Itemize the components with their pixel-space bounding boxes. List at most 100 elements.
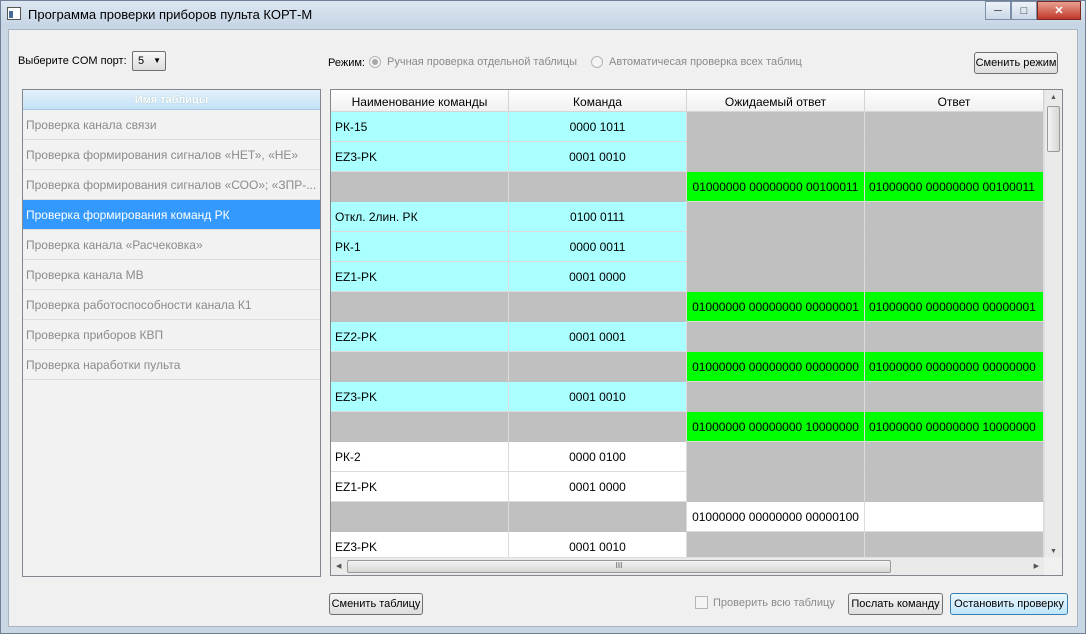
cell-expected-answer[interactable]: 01000000 00000000 00000000 (687, 352, 865, 382)
table-row[interactable]: EZ2-PK 0001 0001 (331, 322, 1044, 352)
cell-command-name[interactable]: EZ3-PK (331, 382, 509, 412)
cell-command-name[interactable] (331, 412, 509, 442)
column-header-answer[interactable]: Ответ (865, 90, 1044, 112)
cell-command-code[interactable]: 0100 0111 (509, 202, 687, 232)
close-icon[interactable]: ✕ (1037, 1, 1081, 20)
cell-command-code[interactable]: 0001 0000 (509, 262, 687, 292)
mode-auto-radio[interactable]: Автоматичесая проверка всех таблиц (591, 56, 802, 68)
send-command-button[interactable]: Послать команду (848, 593, 943, 615)
cell-command-code[interactable] (509, 172, 687, 202)
table-row[interactable]: РК-1 0000 0011 (331, 232, 1044, 262)
table-row[interactable]: РК-15 0000 1011 (331, 112, 1044, 142)
cell-command-code[interactable]: 0001 0010 (509, 142, 687, 172)
cell-command-name[interactable]: EZ2-PK (331, 322, 509, 352)
cell-answer[interactable] (865, 532, 1044, 559)
cell-answer[interactable]: 01000000 00000000 00000000 (865, 352, 1044, 382)
column-header-name[interactable]: Наименование команды (331, 90, 509, 112)
cell-answer[interactable] (865, 382, 1044, 412)
table-list-item[interactable]: Проверка работоспособности канала К1 (23, 290, 320, 320)
stop-check-button[interactable]: Остановить проверку (950, 593, 1068, 615)
table-list-item[interactable]: Проверка формирования команд РК (23, 200, 320, 230)
horizontal-scroll-thumb[interactable]: III (347, 560, 891, 573)
column-header-command[interactable]: Команда (509, 90, 687, 112)
cell-answer[interactable]: 01000000 00000000 00100011 (865, 172, 1044, 202)
vertical-scrollbar[interactable]: ▲ ▼ (1044, 90, 1062, 559)
cell-expected-answer[interactable] (687, 262, 865, 292)
cell-command-name[interactable]: Откл. 2лин. РК (331, 202, 509, 232)
cell-command-code[interactable] (509, 412, 687, 442)
cell-command-name[interactable] (331, 172, 509, 202)
table-row[interactable]: EZ1-PK 0001 0000 (331, 472, 1044, 502)
cell-command-code[interactable]: 0000 1011 (509, 112, 687, 142)
table-row[interactable]: Откл. 2лин. РК 0100 0111 (331, 202, 1044, 232)
com-port-select[interactable]: 5 ▼ (132, 51, 166, 71)
table-row[interactable]: EZ3-PK 0001 0010 (331, 382, 1044, 412)
switch-mode-button[interactable]: Сменить режим (974, 52, 1058, 74)
cell-expected-answer[interactable]: 01000000 00000000 00000001 (687, 292, 865, 322)
cell-command-code[interactable] (509, 502, 687, 532)
table-list-item[interactable]: Проверка приборов КВП (23, 320, 320, 350)
cell-expected-answer[interactable]: 01000000 00000000 00100011 (687, 172, 865, 202)
scroll-right-icon[interactable]: ▶ (1034, 562, 1039, 570)
cell-answer[interactable] (865, 472, 1044, 502)
table-row[interactable]: 01000000 00000000 00100011 01000000 00000… (331, 172, 1044, 202)
table-list-item[interactable]: Проверка формирования сигналов «СОО»; «З… (23, 170, 320, 200)
scroll-left-icon[interactable]: ◀ (336, 562, 341, 570)
cell-command-name[interactable] (331, 292, 509, 322)
table-row[interactable]: 01000000 00000000 00000000 01000000 00000… (331, 352, 1044, 382)
cell-command-code[interactable]: 0000 0100 (509, 442, 687, 472)
table-row[interactable]: 01000000 00000000 00000100 (331, 502, 1044, 532)
table-row[interactable]: 01000000 00000000 10000000 01000000 00000… (331, 412, 1044, 442)
cell-expected-answer[interactable] (687, 112, 865, 142)
cell-answer[interactable] (865, 112, 1044, 142)
check-all-checkbox[interactable]: Проверить всю таблицу (695, 596, 835, 609)
cell-answer[interactable] (865, 262, 1044, 292)
minimize-icon[interactable]: ─ (985, 1, 1011, 20)
cell-expected-answer[interactable] (687, 382, 865, 412)
column-header-expected[interactable]: Ожидаемый ответ (687, 90, 865, 112)
table-list-item[interactable]: Проверка формирования сигналов «НЕТ», «Н… (23, 140, 320, 170)
cell-command-name[interactable]: РК-15 (331, 112, 509, 142)
table-list-item[interactable]: Проверка наработки пульта (23, 350, 320, 380)
table-row[interactable]: РК-2 0000 0100 (331, 442, 1044, 472)
cell-command-name[interactable]: EZ1-PK (331, 262, 509, 292)
switch-table-button[interactable]: Сменить таблицу (329, 593, 423, 615)
scroll-down-icon[interactable]: ▼ (1050, 548, 1057, 555)
cell-command-code[interactable] (509, 292, 687, 322)
cell-expected-answer[interactable] (687, 202, 865, 232)
cell-answer[interactable] (865, 442, 1044, 472)
cell-command-name[interactable]: EZ3-PK (331, 142, 509, 172)
cell-expected-answer[interactable]: 01000000 00000000 10000000 (687, 412, 865, 442)
cell-answer[interactable] (865, 322, 1044, 352)
table-list-item[interactable]: Проверка канала «Расчековка» (23, 230, 320, 260)
cell-command-name[interactable] (331, 502, 509, 532)
cell-expected-answer[interactable] (687, 232, 865, 262)
cell-command-name[interactable]: EZ3-PK (331, 532, 509, 559)
table-list-item[interactable]: Проверка канала МВ (23, 260, 320, 290)
cell-expected-answer[interactable] (687, 532, 865, 559)
scroll-up-icon[interactable]: ▲ (1050, 94, 1057, 101)
cell-expected-answer[interactable]: 01000000 00000000 00000100 (687, 502, 865, 532)
cell-command-code[interactable]: 0000 0011 (509, 232, 687, 262)
cell-command-name[interactable] (331, 352, 509, 382)
table-row[interactable]: EZ1-PK 0001 0000 (331, 262, 1044, 292)
cell-command-code[interactable]: 0001 0010 (509, 532, 687, 559)
horizontal-scrollbar[interactable]: ◀ III ▶ (331, 557, 1044, 575)
vertical-scroll-thumb[interactable] (1047, 106, 1060, 152)
table-list-item[interactable]: Проверка канала связи (23, 110, 320, 140)
table-row[interactable]: EZ3-PK 0001 0010 (331, 142, 1044, 172)
cell-command-name[interactable]: РК-1 (331, 232, 509, 262)
cell-command-code[interactable] (509, 352, 687, 382)
cell-command-code[interactable]: 0001 0010 (509, 382, 687, 412)
cell-command-name[interactable]: РК-2 (331, 442, 509, 472)
cell-expected-answer[interactable] (687, 142, 865, 172)
cell-command-name[interactable]: EZ1-PK (331, 472, 509, 502)
cell-answer[interactable] (865, 232, 1044, 262)
cell-command-code[interactable]: 0001 0000 (509, 472, 687, 502)
maximize-icon[interactable]: □ (1011, 1, 1037, 20)
cell-answer[interactable]: 01000000 00000000 10000000 (865, 412, 1044, 442)
cell-answer[interactable] (865, 202, 1044, 232)
table-row[interactable]: EZ3-PK 0001 0010 (331, 532, 1044, 559)
cell-command-code[interactable]: 0001 0001 (509, 322, 687, 352)
table-row[interactable]: 01000000 00000000 00000001 01000000 00000… (331, 292, 1044, 322)
